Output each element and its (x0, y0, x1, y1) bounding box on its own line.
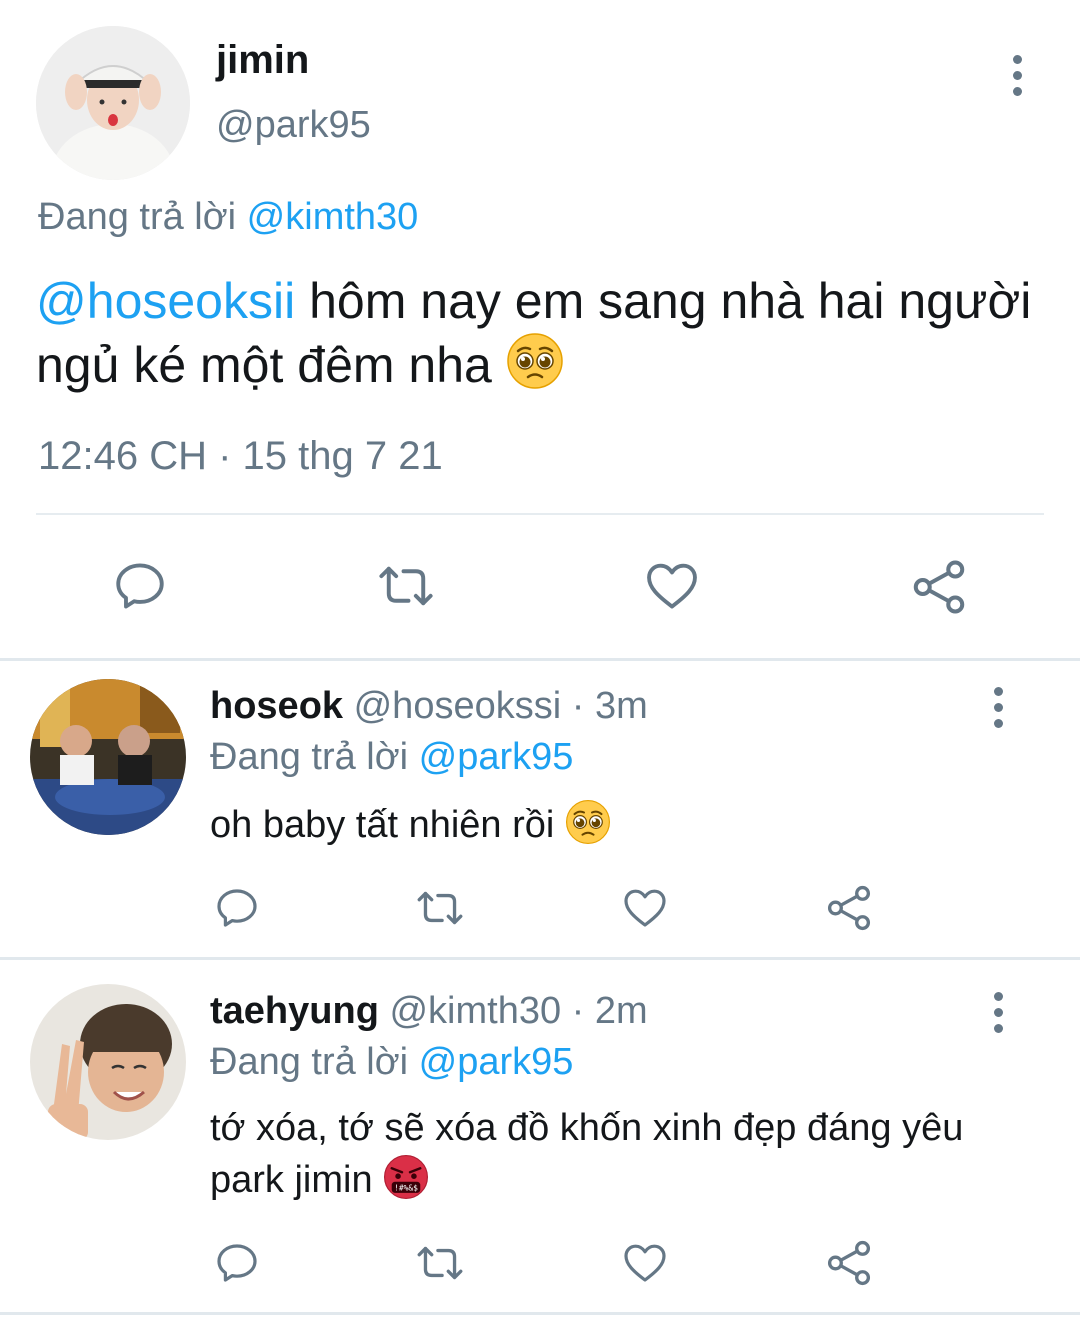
more-options-button[interactable] (978, 982, 1018, 1042)
display-name[interactable]: taehyung (210, 990, 379, 1032)
replying-to-line: Đang trả lời @kimth30 (38, 196, 418, 239)
replying-to-line: Đang trả lời @park95 (210, 736, 573, 779)
replying-to-mention[interactable]: @park95 (419, 736, 574, 778)
reply-header: hoseok @hoseokssi · 3m (210, 685, 648, 728)
dot-icon (993, 702, 1003, 712)
retweet-icon (417, 1246, 463, 1280)
display-name[interactable]: jimin (216, 38, 309, 83)
dot-icon (1012, 70, 1022, 80)
tweet-text: @hoseoksii hôm nay em sang nhà hai người… (36, 270, 1046, 404)
reply-button[interactable] (110, 556, 170, 616)
reply-tweet: taehyung @kimth30 · 2m Đang trả lời @par… (0, 960, 1080, 1312)
avatar[interactable] (30, 984, 186, 1140)
avatar[interactable] (30, 679, 186, 835)
replying-label: Đang trả lời (38, 196, 237, 238)
heart-icon (647, 563, 697, 609)
relative-time[interactable]: · 3m (561, 685, 648, 727)
like-button[interactable] (620, 1238, 670, 1288)
tweet-timestamp[interactable]: 12:46 CH · 15 thg 7 21 (38, 434, 443, 479)
face-with-symbols-on-mouth-emoji: !#%&$ (383, 1154, 429, 1214)
avatar-photo (36, 26, 190, 180)
more-options-button[interactable] (978, 677, 1018, 737)
user-handle[interactable]: @park95 (216, 104, 371, 147)
pleading-face-emoji (565, 799, 611, 859)
tweet-text: tớ xóa, tớ sẽ xóa đồ khốn xinh đẹp đáng … (210, 1102, 970, 1214)
retweet-button[interactable] (412, 883, 468, 933)
share-button[interactable] (908, 556, 970, 618)
main-tweet: jimin @park95 Đang trả lời @kimth30 @hos… (0, 0, 1080, 660)
dot-icon (1012, 86, 1022, 96)
dot-icon (993, 991, 1003, 1001)
pleading-face-emoji (506, 332, 564, 404)
share-icon (827, 885, 871, 931)
reply-tweet: hoseok @hoseokssi · 3m Đang trả lời @par… (0, 661, 1080, 957)
replying-to-mention[interactable]: @kimth30 (247, 196, 419, 238)
share-button[interactable] (824, 1238, 874, 1288)
section-divider (0, 1312, 1080, 1315)
avatar-photo (30, 679, 186, 835)
user-handle[interactable]: @kimth30 (389, 990, 561, 1032)
dot-icon (993, 1023, 1003, 1033)
share-button[interactable] (824, 883, 874, 933)
avatar[interactable] (36, 26, 190, 180)
replying-to-line: Đang trả lời @park95 (210, 1041, 573, 1084)
divider (36, 513, 1044, 515)
dot-icon (993, 686, 1003, 696)
dot-icon (993, 1007, 1003, 1017)
tweet-text: oh baby tất nhiên rồi (210, 799, 1030, 859)
reply-icon (217, 889, 257, 927)
display-name[interactable]: hoseok (210, 685, 343, 727)
retweet-icon (417, 891, 463, 925)
heart-icon (624, 889, 666, 927)
tweet-body: oh baby tất nhiên rồi (210, 804, 565, 846)
dot-icon (993, 718, 1003, 728)
replying-label: Đang trả lời (210, 1041, 409, 1083)
retweet-button[interactable] (374, 556, 438, 616)
like-button[interactable] (642, 556, 702, 616)
reply-icon (116, 563, 164, 609)
retweet-button[interactable] (412, 1238, 468, 1288)
relative-time[interactable]: · 2m (561, 990, 648, 1032)
more-options-button[interactable] (997, 45, 1037, 105)
replying-label: Đang trả lời (210, 736, 409, 778)
reply-button[interactable] (212, 1238, 262, 1288)
share-icon (827, 1240, 871, 1286)
heart-icon (624, 1244, 666, 1282)
reply-button[interactable] (212, 883, 262, 933)
avatar-photo (30, 984, 186, 1140)
user-handle[interactable]: @hoseokssi (354, 685, 562, 727)
mention-link[interactable]: @hoseoksii (36, 273, 295, 329)
svg-text:!#%&$: !#%&$ (394, 1183, 418, 1192)
share-icon (913, 560, 965, 614)
reply-header: taehyung @kimth30 · 2m (210, 990, 648, 1033)
retweet-icon (379, 566, 433, 606)
replying-to-mention[interactable]: @park95 (419, 1041, 574, 1083)
tweet-body: tớ xóa, tớ sẽ xóa đồ khốn xinh đẹp đáng … (210, 1107, 964, 1201)
like-button[interactable] (620, 883, 670, 933)
dot-icon (1012, 54, 1022, 64)
reply-icon (217, 1244, 257, 1282)
